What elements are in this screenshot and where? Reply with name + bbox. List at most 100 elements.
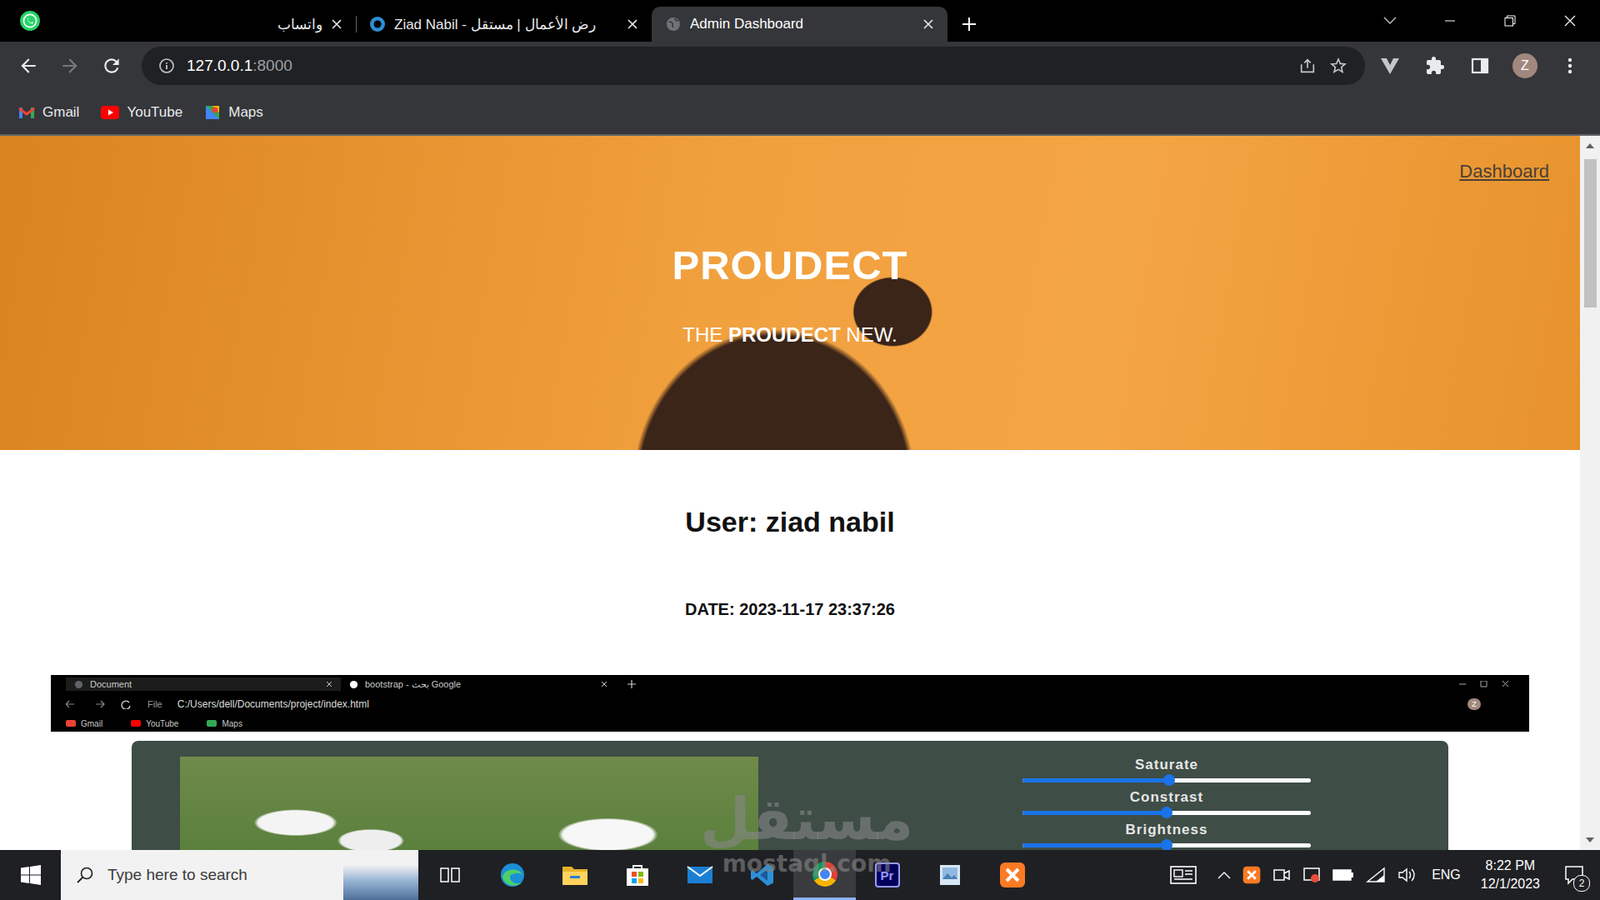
browser-tab[interactable]: Admin Dashboard [651,6,948,42]
clock[interactable]: 8:22 PM12/1/2023 [1470,856,1550,894]
new-tab-button[interactable] [947,6,991,42]
close-tab-icon[interactable] [626,18,639,30]
security-icon[interactable] [1302,865,1321,885]
system-tray: ENG8:22 PM12/1/2023 2 [1161,850,1600,900]
browser-tab[interactable]: واتساب [60,6,356,42]
taskbar-app[interactable] [793,850,856,900]
taskbar-app[interactable] [418,850,481,900]
close-tab-icon [325,680,333,688]
filter-slider: Brightness [1022,821,1311,850]
slider-track[interactable] [1022,810,1311,815]
file-explorer-icon [561,863,589,887]
photo-editor-panel: SaturateConstrastBrightness [131,740,1449,850]
side-panel-button[interactable] [1460,47,1500,85]
browser-tab[interactable]: Ziad Nabil - رض الأعمال | مستقل [355,6,652,42]
gmail-icon [18,105,35,120]
taskbar-app[interactable] [668,850,731,900]
slider-track[interactable] [1022,843,1311,848]
taskbar-app[interactable] [480,850,544,900]
scroll-thumb[interactable] [1584,159,1597,308]
close-tab-icon[interactable] [922,18,935,30]
taskbar-app[interactable] [605,850,669,900]
plus-icon [961,16,977,32]
tab-title: Admin Dashboard [690,15,915,33]
news-widget-icon[interactable] [1170,865,1197,885]
back-button[interactable] [10,47,47,85]
meet-icon[interactable] [1272,865,1291,885]
address-bar[interactable]: 127.0.0.1:8000 [141,46,1365,85]
window-controls-icon [1459,680,1510,688]
store-icon [625,862,650,888]
chrome-icon [812,861,838,887]
extension-button[interactable] [1370,47,1410,85]
flower-photo [180,756,759,850]
tab-search-button[interactable] [1360,0,1420,42]
scroll-up-icon[interactable] [1585,142,1595,150]
edge-icon [499,861,526,889]
hero-banner: DashboardPROUDECTTHE PROUDECT NEW. [0,135,1580,450]
share-icon[interactable] [1298,56,1317,75]
search-placeholder: Type here to search [107,865,248,885]
battery-icon[interactable] [1332,868,1355,882]
volume-icon[interactable] [1397,866,1416,884]
screenshot-bookmarks: GmailYouTubeMaps [50,715,1530,732]
search-highlight-icon [343,850,419,900]
slider-thumb[interactable] [1163,774,1175,786]
profile-avatar: Z [1467,698,1481,710]
restore-button[interactable] [1480,0,1540,42]
language-indicator[interactable]: ENG [1421,867,1471,883]
forward-button[interactable] [51,47,89,85]
scrollbar[interactable] [1580,135,1600,850]
dashboard-link[interactable]: Dashboard [1459,160,1550,183]
info-icon[interactable] [158,57,175,75]
youtube-icon [100,105,120,120]
bookmark[interactable]: YouTube [100,104,183,121]
slider-thumb[interactable] [1160,806,1173,819]
user-heading: User: ziad nabil [0,504,1580,540]
more-dots-icon [1567,56,1573,75]
taskbar-app[interactable] [980,850,1044,900]
xampp-tray-icon[interactable] [1242,865,1261,885]
bookmark[interactable]: Maps [204,104,264,121]
task-view-icon [439,865,461,885]
wifi-icon[interactable] [1365,866,1386,884]
start-button[interactable] [0,850,61,900]
attached-screenshot: Documentbootstrap - بحث GoogleFileC:/Use… [50,675,1530,850]
close-window-button[interactable] [1540,0,1600,42]
bookmark-star-icon[interactable] [1328,55,1349,76]
extensions-menu-button[interactable] [1415,47,1455,85]
tab-title: Ziad Nabil - رض الأعمال | مستقل [394,15,619,34]
tab-strip: واتساب Ziad Nabil - رض الأعمال | مستقل Adm… [0,0,1600,42]
pinned-tab[interactable] [0,0,60,42]
taskbar-app[interactable] [730,850,794,900]
menu-button[interactable] [1550,47,1590,85]
reload-button[interactable] [93,47,130,85]
screenshot-toolbar: FileC:/Users/dell/Documents/project/inde… [50,693,1530,715]
notification-center[interactable]: 2 [1550,850,1600,900]
browser-toolbar: 127.0.0.1:8000 Z [0,41,1600,90]
tab-favicon-icon [349,680,359,690]
puzzle-icon [1425,55,1445,76]
bookmark-label: Maps [228,104,264,121]
scroll-down-icon[interactable] [1585,836,1595,844]
chevron-down-icon [1383,16,1397,25]
profile-button[interactable]: Z [1505,47,1545,85]
hero-subtitle: THE PROUDECT NEW. [682,322,897,348]
windows-logo-icon [20,865,41,885]
slider-thumb[interactable] [1160,839,1173,850]
chevron-up-icon[interactable] [1217,870,1231,880]
bookmark[interactable]: Gmail [18,104,80,121]
minimize-button[interactable] [1420,0,1480,42]
desktop-screen: واتساب Ziad Nabil - رض الأعمال | مستقل Adm… [0,0,1600,900]
notification-count: 2 [1573,875,1590,892]
taskbar-app[interactable] [543,850,606,900]
taskbar-search[interactable]: Type here to search [60,850,419,900]
screenshot-content: SaturateConstrastBrightness [50,731,1530,850]
screenshot-tab: bootstrap - بحث Google [340,677,616,692]
taskbar-app[interactable] [918,850,981,900]
bookmark-label: YouTube [126,104,183,121]
close-tab-icon[interactable] [330,18,343,30]
filter-slider: Saturate [1022,756,1311,790]
slider-track[interactable] [1022,778,1311,783]
taskbar-app[interactable]: Pr [855,850,919,900]
